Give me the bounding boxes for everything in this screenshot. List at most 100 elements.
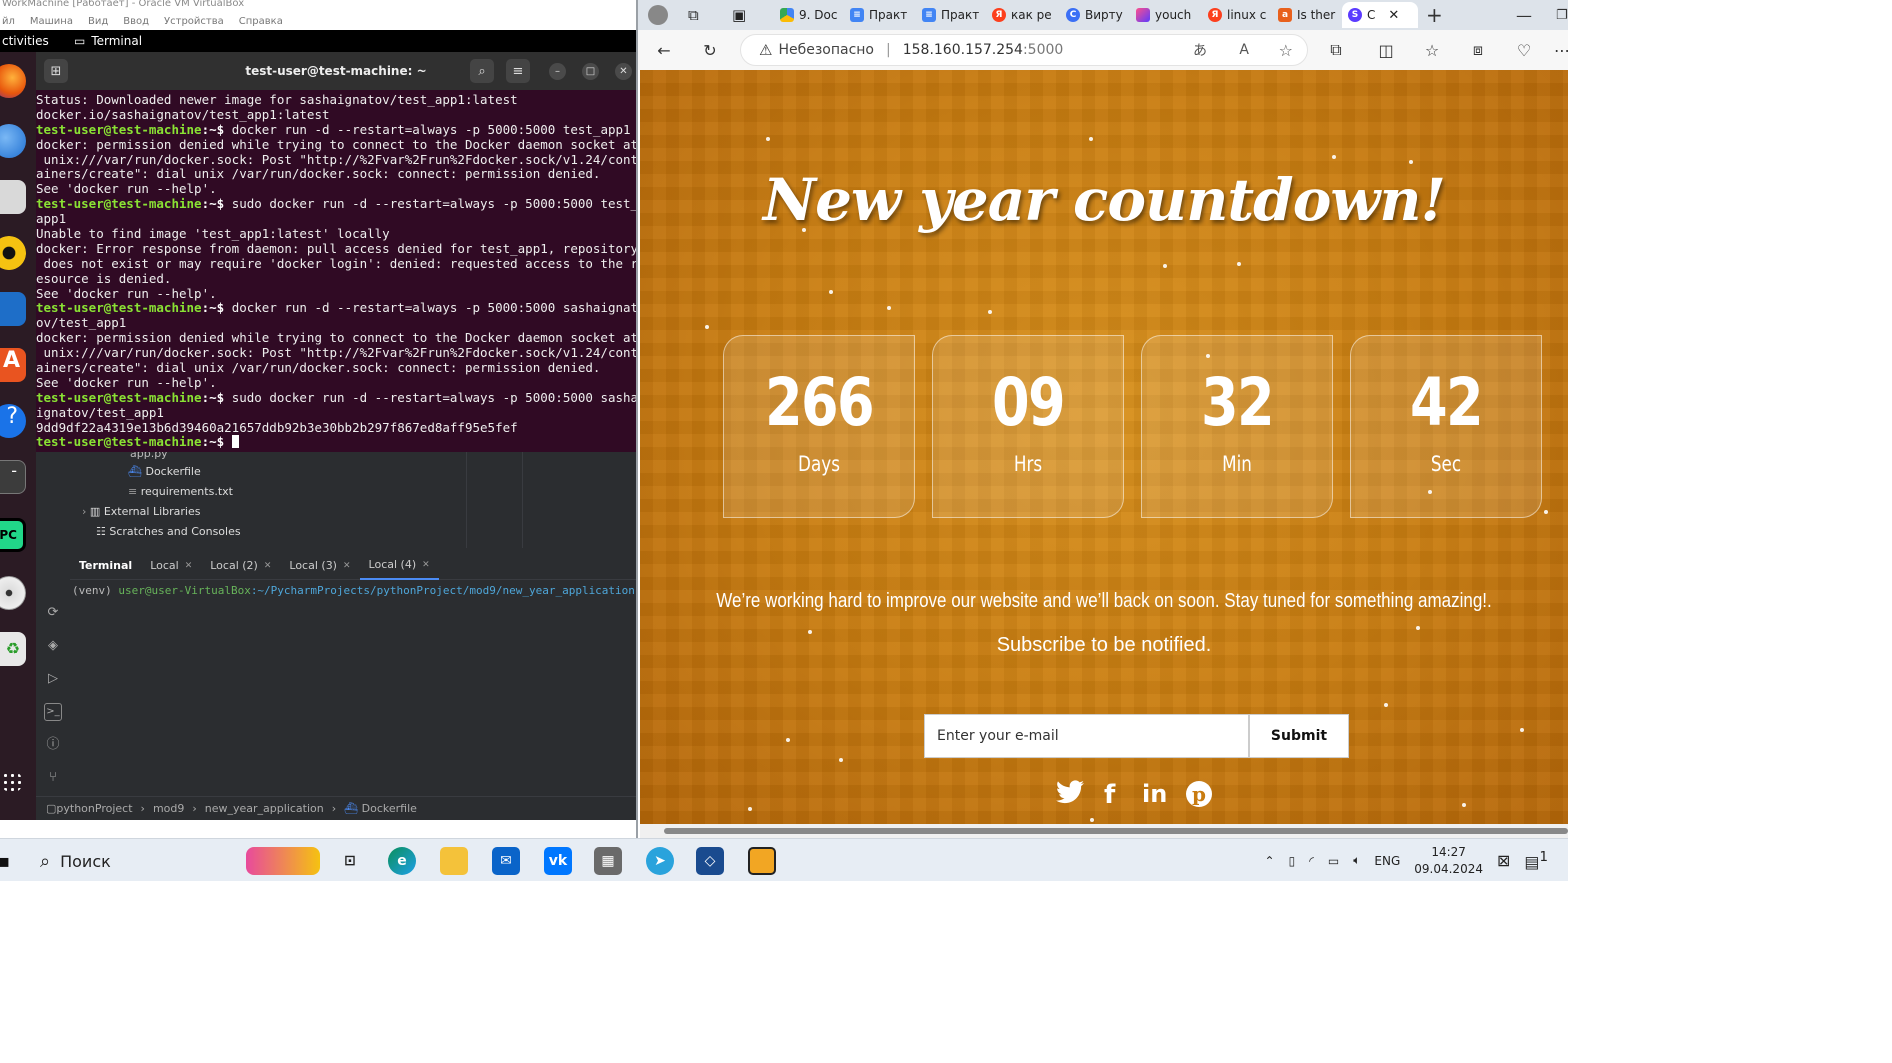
vbox-menu-devices[interactable]: Устройства: [164, 16, 224, 27]
breadcrumb-project[interactable]: ▢pythonProject: [46, 802, 133, 815]
pinterest-icon[interactable]: p: [1185, 780, 1213, 815]
extensions-icon[interactable]: ⧉: [1324, 38, 1348, 62]
tab-local[interactable]: Local ✕: [141, 552, 201, 580]
tree-item-external-libraries[interactable]: › ▥ External Libraries: [82, 505, 200, 518]
close-tab-icon[interactable]: ✕: [1388, 8, 1399, 23]
pycharm-icon[interactable]: PC: [0, 518, 26, 552]
scrollbar-thumb[interactable]: [664, 828, 1568, 834]
address-bar[interactable]: ⚠ Небезопасно | 158.160.157.254:5000 あ A…: [740, 34, 1308, 66]
tab-local-2[interactable]: Local (2) ✕: [201, 552, 280, 580]
more-icon[interactable]: ⋯: [1550, 38, 1574, 62]
search-icon[interactable]: ⌕: [470, 59, 494, 83]
chevron-up-icon[interactable]: ⌃: [1265, 854, 1275, 868]
new-tab-button[interactable]: +: [1426, 4, 1443, 26]
tab-local-4[interactable]: Local (4) ✕: [359, 552, 439, 580]
layers-icon[interactable]: ◈: [44, 637, 62, 655]
firefox-icon[interactable]: [0, 64, 26, 98]
device-icon[interactable]: ▯: [1289, 854, 1296, 868]
thunderbird-icon[interactable]: [0, 124, 26, 158]
tulips-widget-icon[interactable]: [246, 847, 320, 875]
browser-essentials-icon[interactable]: ♡: [1512, 38, 1536, 62]
favorites-icon[interactable]: ☆: [1420, 38, 1444, 62]
vbox-menu-file[interactable]: йл: [2, 16, 15, 27]
minimize-icon[interactable]: –: [549, 63, 566, 80]
taskbar-search[interactable]: ⌕ Поиск: [30, 847, 240, 875]
python-packages-icon[interactable]: ⟳: [44, 604, 62, 622]
volume-icon[interactable]: 🔈︎: [1353, 853, 1360, 868]
writer-icon[interactable]: [0, 292, 26, 326]
breadcrumb-file[interactable]: ⛴ Dockerfile: [344, 802, 417, 815]
start-icon[interactable]: ▪: [0, 847, 18, 875]
favorite-star-icon[interactable]: ☆: [1279, 41, 1293, 60]
terminal-tool-icon[interactable]: >_: [44, 703, 62, 721]
problems-icon[interactable]: ⓘ: [44, 736, 62, 754]
close-icon[interactable]: ✕: [615, 63, 632, 80]
email-input[interactable]: Enter your e-mail: [924, 714, 1249, 758]
battery-icon[interactable]: ▭: [1328, 854, 1339, 868]
jetbrains-toolbox-icon[interactable]: [748, 847, 776, 875]
run-icon[interactable]: ▷: [44, 670, 62, 688]
tab-4[interactable]: Якак ре: [992, 4, 1056, 26]
linkedin-icon[interactable]: in: [1142, 780, 1167, 808]
tab-5[interactable]: C Вирту: [1066, 4, 1130, 26]
tab-7[interactable]: Яlinux c: [1208, 4, 1272, 26]
vbox-menu-machine[interactable]: Машина: [30, 16, 73, 27]
git-icon[interactable]: ⑂: [44, 769, 62, 787]
minimize-window-icon[interactable]: —: [1516, 4, 1532, 26]
refresh-icon[interactable]: ↻: [698, 38, 722, 62]
terminal-dock-icon[interactable]: -: [0, 460, 26, 494]
trash-icon[interactable]: ♻: [0, 632, 26, 666]
tab-2[interactable]: ≡ Практ: [850, 4, 912, 26]
virtualbox-icon[interactable]: ◇: [696, 847, 724, 875]
notifications-icon[interactable]: ▤1: [1524, 850, 1548, 871]
help-icon[interactable]: ?: [0, 404, 26, 438]
wifi-icon[interactable]: ◜: [1309, 854, 1314, 868]
activities-button[interactable]: ctivities: [0, 34, 70, 48]
calculator-icon[interactable]: ▦: [594, 847, 622, 875]
horizontal-scrollbar[interactable]: [640, 824, 1568, 838]
tree-item-app-py[interactable]: app.py: [130, 452, 168, 460]
read-aloud-icon[interactable]: A: [1239, 42, 1249, 58]
task-view-icon[interactable]: ⊡: [336, 847, 364, 875]
files-icon[interactable]: [0, 180, 26, 214]
language-indicator[interactable]: ENG: [1374, 854, 1400, 868]
vbox-menu-input[interactable]: Ввод: [123, 16, 149, 27]
split-screen-icon[interactable]: ◫: [1374, 38, 1398, 62]
maximize-icon[interactable]: □: [582, 63, 599, 80]
clock[interactable]: 14:27 09.04.2024: [1414, 844, 1483, 878]
close-tab-icon[interactable]: ✕: [422, 560, 430, 570]
telegram-icon[interactable]: ➤: [646, 847, 674, 875]
show-apps-icon[interactable]: [2, 772, 22, 792]
close-tab-icon[interactable]: ✕: [185, 561, 193, 571]
edge-icon[interactable]: e: [388, 847, 416, 875]
display-icon[interactable]: ⊠: [1497, 851, 1510, 870]
tree-item-requirements[interactable]: ≡ requirements.txt: [128, 485, 233, 498]
submit-button[interactable]: Submit: [1249, 714, 1349, 758]
ide-terminal-prompt[interactable]: (venv) user@user-VirtualBox:~/PycharmPro…: [70, 584, 636, 602]
facebook-icon[interactable]: f: [1104, 780, 1115, 810]
tab-8[interactable]: a Is ther: [1278, 4, 1342, 26]
disc-icon[interactable]: [0, 576, 26, 610]
close-tab-icon[interactable]: ✕: [264, 561, 272, 571]
vertical-tabs-icon[interactable]: ▣: [732, 4, 746, 26]
tab-terminal[interactable]: Terminal: [70, 552, 141, 580]
collections-icon[interactable]: ⧈: [1466, 38, 1490, 62]
vbox-menu-view[interactable]: Вид: [88, 16, 108, 27]
back-icon[interactable]: ←: [652, 38, 676, 62]
terminal-app-menu[interactable]: ▭ Terminal: [70, 34, 142, 48]
profile-icon[interactable]: [648, 4, 668, 26]
twitter-icon[interactable]: [1056, 780, 1084, 811]
tree-item-scratches[interactable]: ☷ Scratches and Consoles: [96, 525, 241, 538]
hamburger-menu-icon[interactable]: ≡: [506, 59, 530, 83]
tab-active[interactable]: S С ✕: [1342, 2, 1418, 28]
vbox-menu-help[interactable]: Справка: [239, 16, 283, 27]
file-explorer-icon[interactable]: [440, 847, 468, 875]
workspaces-icon[interactable]: ⧉: [688, 4, 699, 26]
translate-icon[interactable]: あ: [1193, 40, 1207, 60]
breadcrumb-folder[interactable]: new_year_application: [205, 802, 324, 815]
close-tab-icon[interactable]: ✕: [343, 561, 351, 571]
vk-icon[interactable]: vk: [544, 847, 572, 875]
breadcrumb-mod9[interactable]: mod9: [153, 802, 184, 815]
tab-local-3[interactable]: Local (3) ✕: [280, 552, 359, 580]
tab-3[interactable]: ≡ Практ: [922, 4, 984, 26]
